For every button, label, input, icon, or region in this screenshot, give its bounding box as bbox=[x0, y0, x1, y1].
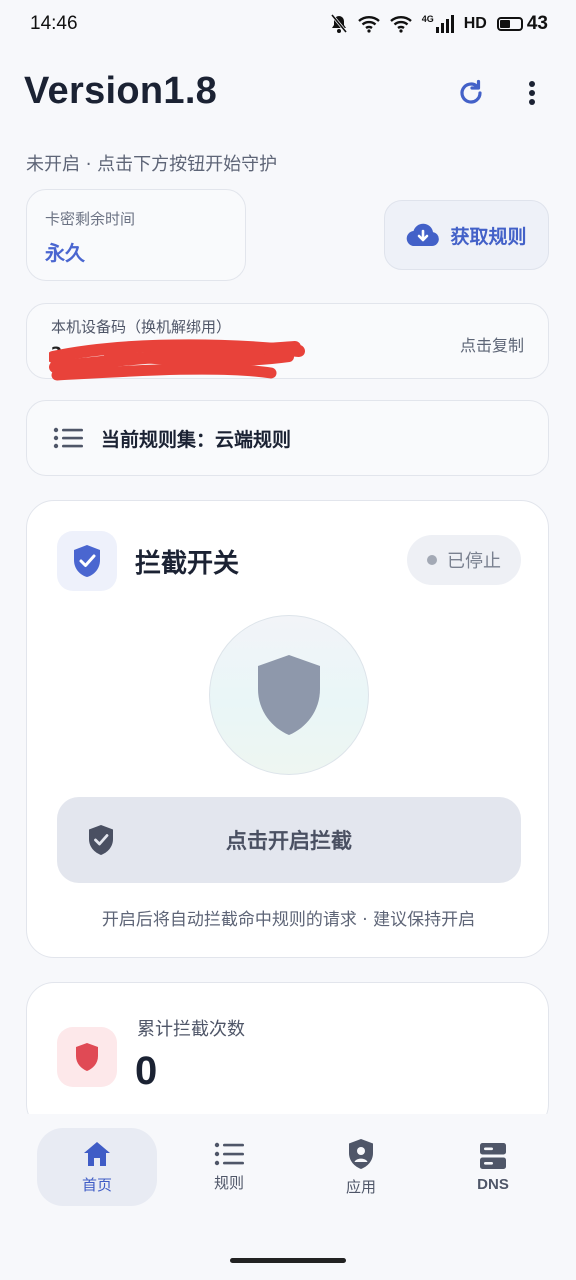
status-time: 14:46 bbox=[30, 13, 78, 34]
nav-item-home[interactable]: 首页 bbox=[37, 1128, 157, 1206]
cell-signal-icon: 4G bbox=[422, 15, 454, 33]
refresh-button[interactable] bbox=[454, 76, 488, 110]
license-label: 卡密剩余时间 bbox=[45, 210, 136, 228]
device-code-card: 本机设备码（换机解绑用） 2 点击复制 bbox=[26, 303, 549, 381]
refresh-icon bbox=[460, 79, 482, 104]
nav-label-rules: 规则 bbox=[213, 1173, 244, 1192]
bottom-navigation: 首页 规则 应用 DNS bbox=[0, 1114, 576, 1280]
copy-device-code-button[interactable]: 点击复制 bbox=[460, 332, 524, 356]
battery-level: 43 bbox=[526, 13, 548, 34]
status-bar: 14:46 4G HD 43 bbox=[0, 0, 576, 48]
get-rules-button[interactable]: 获取规则 bbox=[384, 200, 549, 270]
network-type: 4G bbox=[421, 14, 434, 24]
start-intercept-button[interactable]: 点击开启拦截 bbox=[57, 797, 521, 883]
list-icon bbox=[214, 1142, 244, 1165]
home-icon bbox=[84, 1141, 110, 1166]
device-code-container: 2 bbox=[49, 339, 524, 381]
page-title: Version1.8 bbox=[24, 70, 218, 112]
switch-hint-text: 开启后将自动拦截命中规则的请求 · 建议保持开启 bbox=[101, 910, 476, 930]
intercept-switch-card: 拦截开关 已停止 点击开启拦截 开启后将自动拦截命中规则的请求 · 建议保持开启 bbox=[26, 500, 549, 958]
cloud-download-icon bbox=[407, 223, 440, 247]
stats-icon-box bbox=[57, 1027, 117, 1087]
current-ruleset-card[interactable]: 当前规则集：云端规则 bbox=[26, 400, 549, 476]
nav-label-dns: DNS bbox=[477, 1175, 509, 1193]
nav-label-home: 首页 bbox=[81, 1175, 112, 1194]
license-card: 卡密剩余时间 永久 bbox=[26, 189, 246, 281]
battery-icon bbox=[496, 17, 523, 31]
protection-status-text: 未开启 · 点击下方按钮开始守护 bbox=[26, 154, 278, 175]
current-ruleset-text: 当前规则集：云端规则 bbox=[101, 428, 292, 451]
battery-indicator: 43 bbox=[496, 13, 548, 35]
switch-title: 拦截开关 bbox=[135, 549, 240, 579]
stats-value: 0 bbox=[135, 1049, 158, 1093]
home-indicator[interactable] bbox=[230, 1258, 346, 1263]
intercept-stats-card: 累计拦截次数 0 bbox=[26, 982, 549, 1132]
nav-label-apps: 应用 bbox=[345, 1177, 376, 1196]
wifi-icon-2 bbox=[389, 16, 412, 33]
status-dot bbox=[427, 555, 437, 565]
shield-icon bbox=[258, 655, 320, 735]
shield-check-icon bbox=[89, 825, 113, 855]
hd-indicator: HD bbox=[463, 15, 487, 32]
get-rules-label: 获取规则 bbox=[450, 225, 527, 248]
shield-check-icon bbox=[74, 545, 100, 577]
nav-item-rules[interactable]: 规则 bbox=[169, 1128, 289, 1206]
redaction-scribble bbox=[49, 339, 305, 381]
status-badge: 已停止 bbox=[407, 535, 521, 585]
shield-user-icon bbox=[349, 1138, 373, 1169]
status-badge-label: 已停止 bbox=[447, 551, 501, 572]
wifi-icon bbox=[357, 16, 380, 33]
list-icon bbox=[53, 427, 83, 449]
mute-bell-icon bbox=[330, 14, 347, 33]
status-icons: 4G HD 43 bbox=[330, 13, 548, 35]
more-vertical-icon bbox=[529, 81, 535, 105]
stats-label: 累计拦截次数 bbox=[137, 1019, 245, 1040]
shield-status-graphic bbox=[209, 615, 369, 775]
nav-item-apps[interactable]: 应用 bbox=[301, 1128, 421, 1206]
device-code-label: 本机设备码（换机解绑用） bbox=[51, 318, 232, 336]
start-intercept-label: 点击开启拦截 bbox=[226, 829, 352, 853]
server-icon bbox=[480, 1142, 506, 1169]
shield-icon bbox=[76, 1043, 98, 1071]
nav-item-dns[interactable]: DNS bbox=[433, 1128, 553, 1206]
more-options-button[interactable] bbox=[518, 76, 546, 110]
switch-icon-box bbox=[57, 531, 117, 591]
license-value: 永久 bbox=[45, 241, 85, 265]
